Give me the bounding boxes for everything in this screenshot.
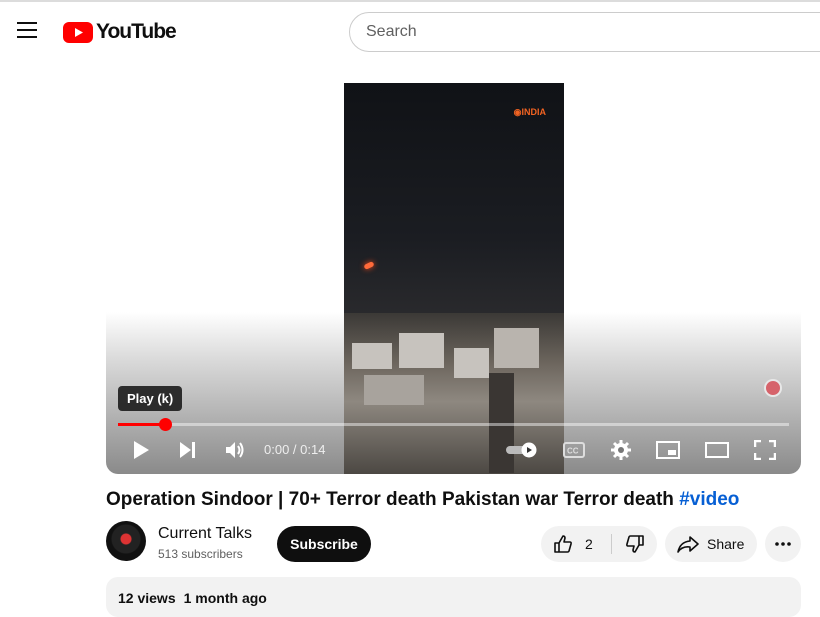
like-count: 2 <box>585 536 593 552</box>
play-button[interactable] <box>128 437 154 463</box>
view-count: 12 views <box>118 590 176 606</box>
fullscreen-icon <box>754 440 776 460</box>
captions-button[interactable]: CC <box>561 437 587 463</box>
video-watermark: ◉INDIA <box>513 107 546 117</box>
description-box[interactable]: 12 views 1 month ago <box>106 577 801 617</box>
video-player[interactable]: ◉INDIA Play (k) 0:00 / 0:14 CC <box>106 82 801 474</box>
youtube-play-icon <box>63 21 93 43</box>
video-title-text: Operation Sindoor | 70+ Terror death Pak… <box>106 489 680 510</box>
thumbs-down-icon <box>625 535 644 553</box>
mute-button[interactable] <box>222 437 248 463</box>
autoplay-toggle-icon <box>506 442 537 458</box>
theater-mode-button[interactable] <box>703 437 731 463</box>
like-button[interactable]: 2 <box>541 526 611 562</box>
search-placeholder: Search <box>366 23 417 40</box>
more-actions-button[interactable] <box>765 526 801 562</box>
volume-icon <box>226 442 244 458</box>
scrubber-handle[interactable] <box>158 418 172 431</box>
channel-avatar[interactable] <box>106 521 146 561</box>
time-display: 0:00 / 0:14 <box>264 442 326 457</box>
progress-bar[interactable] <box>118 418 789 431</box>
video-flare <box>363 261 375 270</box>
dislike-button[interactable] <box>612 526 657 562</box>
share-button[interactable]: Share <box>665 526 757 562</box>
channel-watermark-icon[interactable] <box>764 379 782 397</box>
hamburger-icon[interactable] <box>17 22 37 38</box>
next-icon <box>180 442 195 458</box>
svg-text:CC: CC <box>567 447 579 456</box>
miniplayer-icon <box>656 441 680 459</box>
next-button[interactable] <box>176 437 200 463</box>
autoplay-toggle[interactable] <box>504 437 540 463</box>
share-label: Share <box>707 536 745 552</box>
masthead: YouTube Search <box>0 2 820 60</box>
share-arrow-icon <box>677 536 699 553</box>
thumbs-up-icon <box>554 535 572 553</box>
search-input[interactable]: Search <box>349 12 820 52</box>
play-tooltip: Play (k) <box>118 386 183 411</box>
fullscreen-button[interactable] <box>751 437 779 463</box>
video-frame[interactable]: ◉INDIA <box>344 83 564 474</box>
captions-icon: CC <box>563 442 585 458</box>
theater-icon <box>705 442 729 458</box>
settings-icon <box>611 440 631 460</box>
channel-name-link[interactable]: Current Talks <box>158 525 252 543</box>
settings-button[interactable] <box>608 437 634 463</box>
progress-played <box>118 423 165 426</box>
subscribe-button[interactable]: Subscribe <box>277 526 371 562</box>
miniplayer-button[interactable] <box>654 437 682 463</box>
title-hashtag-link[interactable]: #video <box>679 489 739 510</box>
more-horizontal-icon <box>775 542 791 546</box>
play-icon <box>134 441 149 459</box>
youtube-logo[interactable]: YouTube <box>63 20 177 43</box>
subscriber-count: 513 subscribers <box>158 547 243 561</box>
logo-wordmark: YouTube <box>96 20 177 43</box>
upload-date: 1 month ago <box>183 590 267 606</box>
video-title: Operation Sindoor | 70+ Terror death Pak… <box>106 489 739 511</box>
like-dislike-group: 2 <box>541 526 657 562</box>
